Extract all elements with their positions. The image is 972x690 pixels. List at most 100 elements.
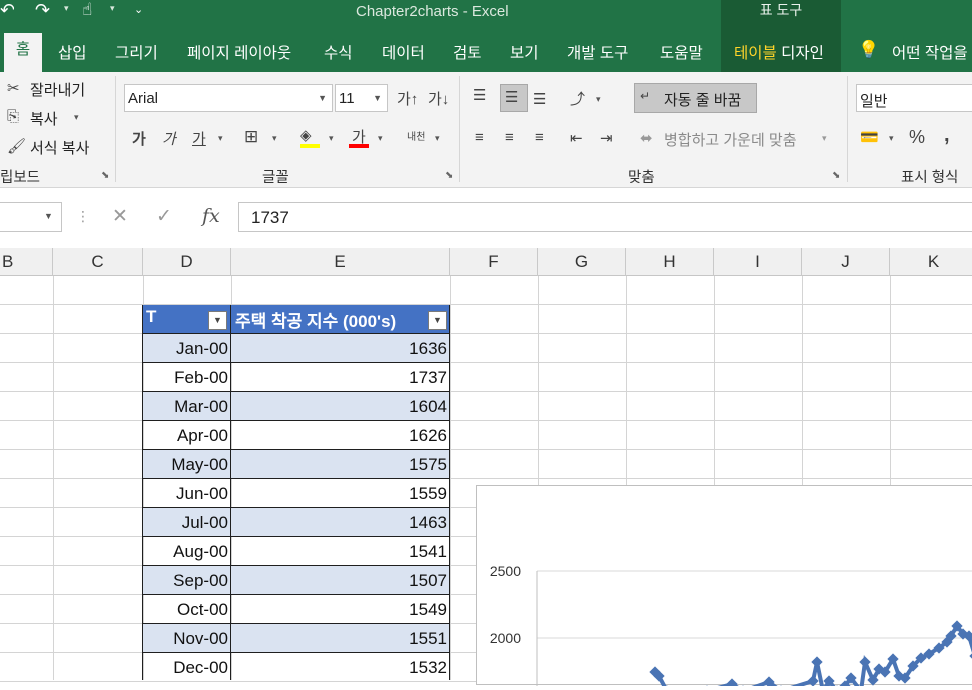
orientation-dropdown-icon[interactable]: ▾	[596, 94, 601, 105]
column-header-f[interactable]: F	[450, 248, 538, 276]
increase-font-icon[interactable]: 가↑	[397, 88, 418, 109]
fill-color-icon[interactable]: ◈	[300, 126, 312, 144]
date-cell[interactable]: Dec-00	[173, 658, 228, 678]
decrease-indent-icon[interactable]: ⇤	[570, 129, 583, 147]
table-row[interactable]: Dec-00 1532	[143, 652, 450, 681]
font-size-select[interactable]: 11 ▼	[335, 84, 388, 112]
number-format-select[interactable]: 일반	[856, 84, 972, 112]
value-cell[interactable]: 1463	[409, 513, 447, 533]
column-header-h[interactable]: H	[626, 248, 714, 276]
underline-dropdown-icon[interactable]: ▾	[218, 133, 223, 144]
column-header-j[interactable]: J	[802, 248, 890, 276]
date-cell[interactable]: Jul-00	[182, 513, 228, 533]
date-cell[interactable]: Mar-00	[174, 397, 228, 417]
value-cell[interactable]: 1604	[409, 397, 447, 417]
value-cell[interactable]: 1549	[409, 600, 447, 620]
date-cell[interactable]: Aug-00	[173, 542, 228, 562]
currency-icon[interactable]: 💳	[860, 128, 879, 146]
align-center-icon[interactable]: ≡	[505, 129, 514, 146]
tab-formulas[interactable]: 수식	[324, 41, 353, 65]
tab-developer[interactable]: 개발 도구	[567, 41, 628, 65]
date-cell[interactable]: Oct-00	[177, 600, 228, 620]
column-header-g[interactable]: G	[538, 248, 626, 276]
filter-dropdown-icon[interactable]: ▼	[428, 311, 447, 330]
table-row[interactable]: Feb-00 1737	[143, 362, 450, 391]
clipboard-launcher-icon[interactable]: ⬊	[101, 170, 109, 181]
border-dropdown-icon[interactable]: ▾	[272, 133, 277, 144]
value-cell[interactable]: 1559	[409, 484, 447, 504]
tab-insert[interactable]: 삽입	[58, 41, 87, 65]
copy-icon[interactable]: ⎘	[7, 108, 19, 125]
table-row[interactable]: Jun-00 1559	[143, 478, 450, 507]
copy-button[interactable]: 복사	[30, 108, 58, 129]
customize-qat-icon[interactable]: ⌄	[134, 3, 143, 16]
tab-review[interactable]: 검토	[453, 41, 482, 65]
date-cell[interactable]: Sep-00	[173, 571, 228, 591]
merge-center-button[interactable]: 병합하고 가운데 맞춤	[664, 129, 797, 150]
tab-table-design[interactable]: 테이블 디자인	[734, 41, 824, 65]
undo-icon[interactable]: ↶	[0, 0, 14, 21]
table-row[interactable]: Aug-00 1541	[143, 536, 450, 565]
align-left-icon[interactable]: ≡	[475, 129, 484, 146]
redo-icon[interactable]: ↷	[35, 0, 50, 21]
value-cell[interactable]: 1575	[409, 455, 447, 475]
table-row[interactable]: Mar-00 1604	[143, 391, 450, 420]
table-row[interactable]: Jan-00 1636	[143, 333, 450, 362]
phonetic-dropdown-icon[interactable]: ▾	[435, 133, 440, 144]
value-cell[interactable]: 1737	[409, 368, 447, 388]
cut-button[interactable]: 잘라내기	[30, 79, 85, 100]
currency-dropdown-icon[interactable]: ▾	[889, 133, 894, 144]
font-color-dropdown-icon[interactable]: ▾	[378, 133, 383, 144]
value-cell[interactable]: 1507	[409, 571, 447, 591]
date-cell[interactable]: Nov-00	[173, 629, 228, 649]
italic-button[interactable]: 가	[162, 128, 176, 149]
value-cell[interactable]: 1626	[409, 426, 447, 446]
decrease-font-icon[interactable]: 가↓	[428, 88, 449, 109]
align-top-icon[interactable]: ☰	[473, 86, 486, 104]
date-cell[interactable]: Jun-00	[176, 484, 228, 504]
format-painter-icon[interactable]: 🖌	[7, 137, 26, 155]
value-cell[interactable]: 1636	[409, 339, 447, 359]
bold-button[interactable]: 가	[132, 128, 146, 149]
insert-function-icon[interactable]: fx	[202, 205, 220, 227]
scissors-icon[interactable]: ✂	[7, 79, 20, 97]
font-launcher-icon[interactable]: ⬊	[445, 170, 453, 181]
phonetic-button[interactable]: 내천	[407, 128, 425, 143]
table-row[interactable]: May-00 1575	[143, 449, 450, 478]
tab-help[interactable]: 도움말	[660, 41, 703, 65]
alignment-launcher-icon[interactable]: ⬊	[832, 170, 840, 181]
tab-draw[interactable]: 그리기	[115, 41, 158, 65]
table-row[interactable]: Jul-00 1463	[143, 507, 450, 536]
merge-dropdown-icon[interactable]: ▾	[822, 133, 827, 144]
tab-home[interactable]: 홈	[4, 33, 42, 72]
date-cell[interactable]: May-00	[171, 455, 228, 475]
increase-indent-icon[interactable]: ⇥	[600, 129, 613, 147]
table-row[interactable]: Nov-00 1551	[143, 623, 450, 652]
table-row[interactable]: Oct-00 1549	[143, 594, 450, 623]
formula-input[interactable]: 1737	[238, 202, 972, 232]
border-icon[interactable]: ⊞	[244, 127, 258, 147]
percent-button[interactable]: %	[909, 127, 925, 148]
orientation-icon[interactable]: ⤴	[570, 88, 585, 109]
cancel-icon[interactable]: ✕	[112, 205, 128, 228]
enter-icon[interactable]: ✓	[156, 205, 172, 228]
column-header-e[interactable]: E	[231, 248, 450, 276]
tell-me-search[interactable]: 어떤 작업을	[892, 41, 968, 65]
underline-button[interactable]: 가	[192, 128, 206, 149]
column-header-b[interactable]: B	[0, 248, 53, 276]
lightbulb-icon[interactable]: 💡	[858, 40, 879, 60]
fill-color-dropdown-icon[interactable]: ▾	[329, 133, 334, 144]
date-cell[interactable]: Jan-00	[176, 339, 228, 359]
date-cell[interactable]: Feb-00	[174, 368, 228, 388]
merge-icon[interactable]: ⬌	[640, 129, 653, 147]
touch-mode-icon[interactable]: ☝	[82, 0, 92, 20]
table-row[interactable]: Sep-00 1507	[143, 565, 450, 594]
date-cell[interactable]: Apr-00	[177, 426, 228, 446]
comma-button[interactable]: ,	[944, 124, 950, 147]
format-painter-button[interactable]: 서식 복사	[30, 137, 89, 158]
touch-dropdown-icon[interactable]: ▾	[110, 3, 115, 14]
align-bottom-icon[interactable]: ☰	[533, 90, 546, 108]
font-name-select[interactable]: Arial ▼	[124, 84, 333, 112]
name-box-dropdown-icon[interactable]: ▼	[44, 211, 53, 221]
tab-page-layout[interactable]: 페이지 레이아웃	[187, 41, 291, 65]
